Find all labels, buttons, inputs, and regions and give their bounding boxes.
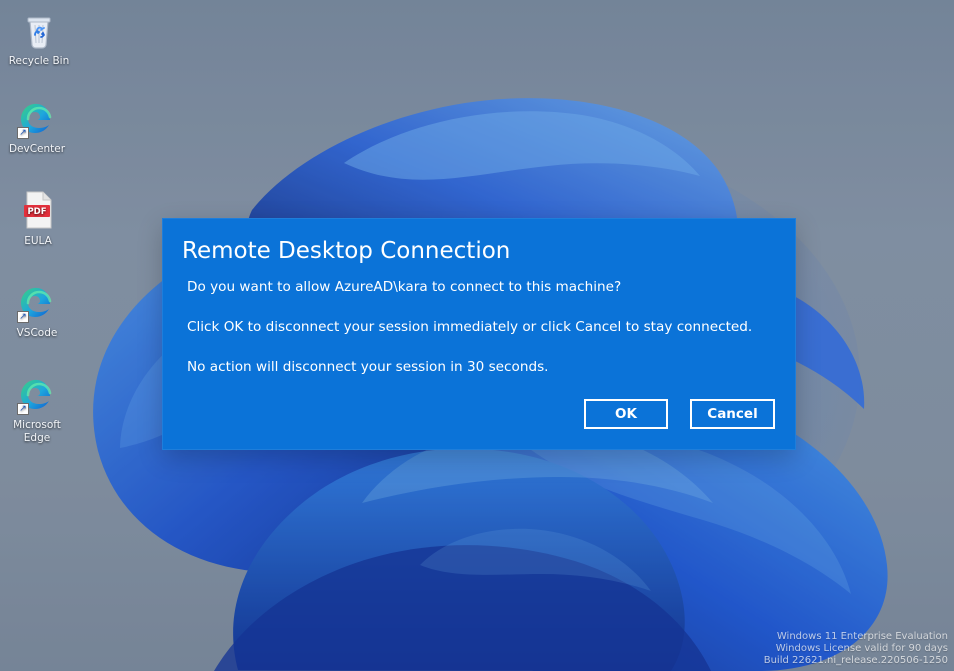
shortcut-arrow-icon: ↗: [17, 403, 29, 415]
desktop-icon-recycle-bin[interactable]: Recycle Bin: [2, 8, 76, 68]
desktop-screen: Recycle Bin ↗ DevCenter PDF EULA ↗ VSCod…: [0, 0, 954, 671]
edge-icon: ↗: [15, 280, 59, 324]
svg-text:PDF: PDF: [27, 207, 46, 217]
dialog-message-line: No action will disconnect your session i…: [187, 359, 549, 375]
recycle-bin-icon: [17, 8, 61, 52]
shortcut-arrow-icon: ↗: [17, 311, 29, 323]
desktop-icon-label: DevCenter: [8, 143, 66, 155]
ok-button[interactable]: OK: [584, 399, 668, 429]
shortcut-arrow-icon: ↗: [17, 127, 29, 139]
windows-evaluation-watermark: Windows 11 Enterprise Evaluation Windows…: [764, 631, 948, 667]
dialog-message-line: Do you want to allow AzureAD\kara to con…: [187, 279, 622, 295]
desktop-icon-label: Recycle Bin: [8, 55, 70, 67]
remote-desktop-dialog: Remote Desktop Connection Do you want to…: [162, 218, 796, 450]
edge-icon: ↗: [15, 372, 59, 416]
pdf-icon: PDF: [16, 188, 60, 232]
watermark-line: Windows License valid for 90 days: [775, 643, 948, 654]
watermark-line: Windows 11 Enterprise Evaluation: [776, 631, 948, 642]
watermark-line: Build 22621.ni_release.220506-1250: [763, 655, 948, 666]
cancel-button[interactable]: Cancel: [690, 399, 775, 429]
desktop-icon-vscode[interactable]: ↗ VSCode: [0, 280, 74, 340]
desktop-icon-eula[interactable]: PDF EULA: [1, 188, 75, 248]
edge-icon: ↗: [15, 96, 59, 140]
desktop-icon-label: Microsoft Edge: [13, 419, 61, 444]
desktop-icon-devcenter[interactable]: ↗ DevCenter: [0, 96, 74, 156]
desktop-icon-label: VSCode: [16, 327, 58, 339]
desktop-icon-label: EULA: [24, 235, 52, 247]
desktop-icon-microsoft-edge[interactable]: ↗ Microsoft Edge: [0, 372, 74, 445]
dialog-message-line: Click OK to disconnect your session imme…: [187, 319, 753, 335]
dialog-title: Remote Desktop Connection: [182, 238, 511, 264]
